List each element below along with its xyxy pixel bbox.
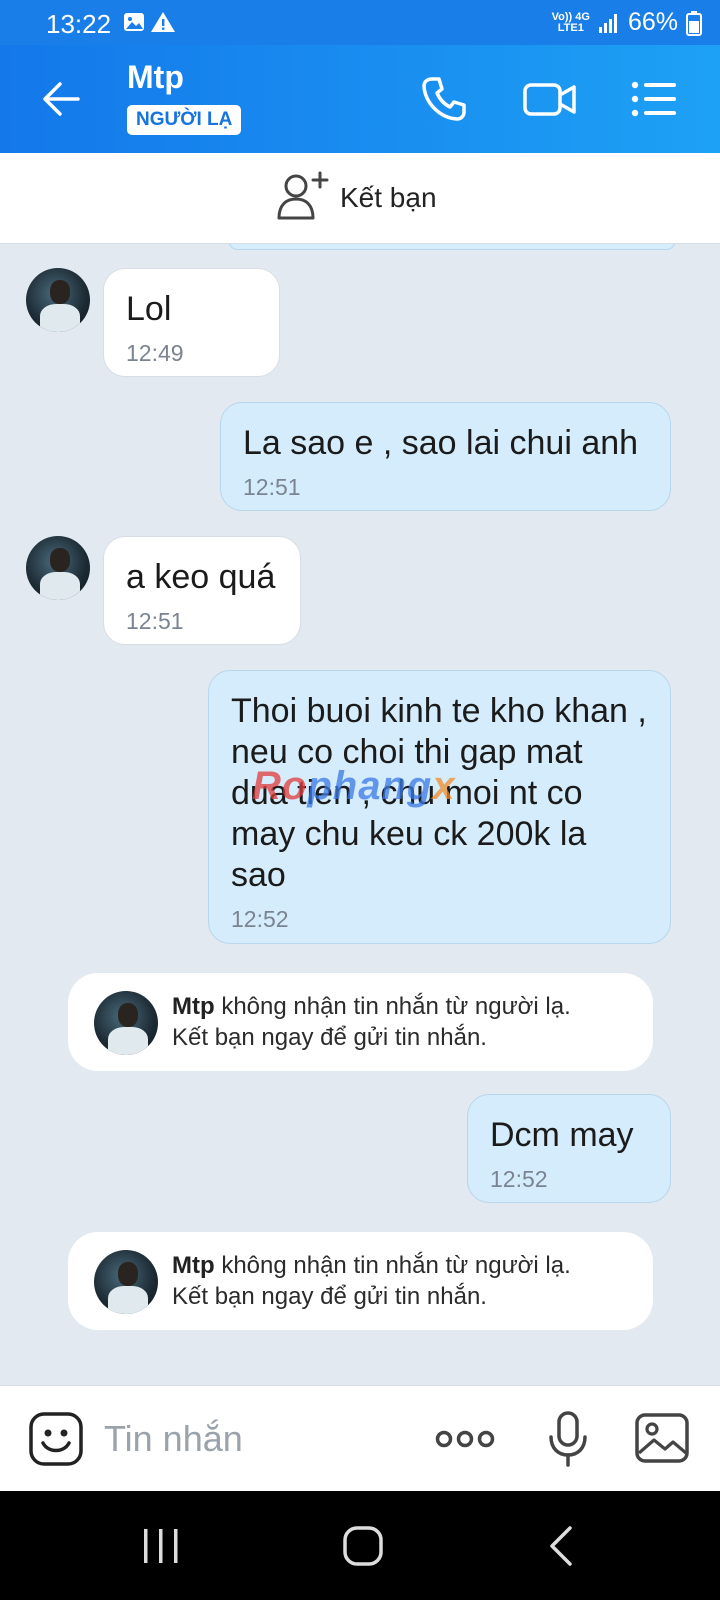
message-bubble[interactable]: Lol 12:49 — [103, 268, 280, 377]
signal-icon — [598, 13, 617, 33]
arrow-left-icon[interactable] — [38, 75, 86, 123]
contact-name[interactable]: Mtp — [127, 59, 184, 96]
message-time: 12:52 — [231, 906, 289, 932]
add-friend-label: Kết bạn — [340, 182, 437, 213]
message-input[interactable] — [104, 1416, 414, 1462]
message-time: 12:51 — [126, 608, 184, 634]
avatar[interactable] — [26, 536, 90, 600]
back-icon[interactable] — [540, 1523, 586, 1569]
message-text: Dcm may — [490, 1116, 634, 1154]
phone-icon[interactable] — [418, 73, 470, 125]
message-bubble[interactable]: a keo quá 12:51 — [103, 536, 301, 645]
message-bubble[interactable]: Dcm may 12:52 — [467, 1094, 671, 1203]
stranger-notice: Mtp không nhận tin nhắn từ người lạ. Kết … — [68, 1232, 653, 1330]
notice-text: Mtp không nhận tin nhắn từ người lạ. Kết … — [172, 993, 571, 1051]
message-text: La sao e , sao lai chui anh — [243, 424, 639, 462]
status-bar: 13:22 Vo)) 4G LTE1 66% — [0, 0, 720, 45]
status-time: 13:22 — [46, 9, 112, 39]
battery-percent: 66% — [627, 8, 678, 36]
add-friend-bar[interactable]: Kết bạn — [0, 153, 720, 244]
stranger-notice: Mtp không nhận tin nhắn từ người lạ. Kết … — [68, 973, 653, 1071]
message-list[interactable]: Lol 12:49 La sao e , sao lai chui anh 12… — [0, 244, 720, 1385]
message-time: 12:52 — [490, 1166, 548, 1192]
avatar[interactable] — [94, 991, 158, 1055]
list-menu-icon[interactable] — [630, 73, 678, 125]
image-icon[interactable] — [634, 1410, 690, 1468]
stranger-badge: NGƯỜI LẠ — [127, 105, 242, 135]
system-navigation-bar — [0, 1491, 720, 1600]
network-indicator: Vo)) 4G LTE1 — [551, 10, 590, 34]
chat-header: Mtp NGƯỜI LẠ — [0, 45, 720, 153]
message-time: 12:51 — [243, 474, 301, 500]
message-time: 12:49 — [126, 340, 184, 366]
microphone-icon[interactable] — [540, 1410, 596, 1468]
watermark: Rophangx — [252, 764, 456, 808]
gallery-notification-icon — [124, 13, 144, 31]
video-camera-icon[interactable] — [522, 73, 578, 125]
message-text: a keo quá — [126, 558, 276, 596]
avatar[interactable] — [94, 1250, 158, 1314]
emoji-icon[interactable] — [28, 1411, 84, 1467]
battery-icon — [686, 10, 702, 36]
recent-apps-icon[interactable] — [138, 1523, 184, 1569]
more-dots-icon[interactable] — [434, 1410, 496, 1468]
home-icon[interactable] — [340, 1523, 386, 1569]
message-bubble[interactable]: La sao e , sao lai chui anh 12:51 — [220, 402, 671, 511]
avatar[interactable] — [26, 268, 90, 332]
warning-icon — [151, 12, 175, 32]
message-text: Lol — [126, 290, 172, 328]
composer-bar — [0, 1385, 720, 1491]
notice-text: Mtp không nhận tin nhắn từ người lạ. Kết … — [172, 1252, 571, 1310]
previous-message-bubble — [228, 244, 676, 250]
add-person-icon — [277, 171, 329, 220]
